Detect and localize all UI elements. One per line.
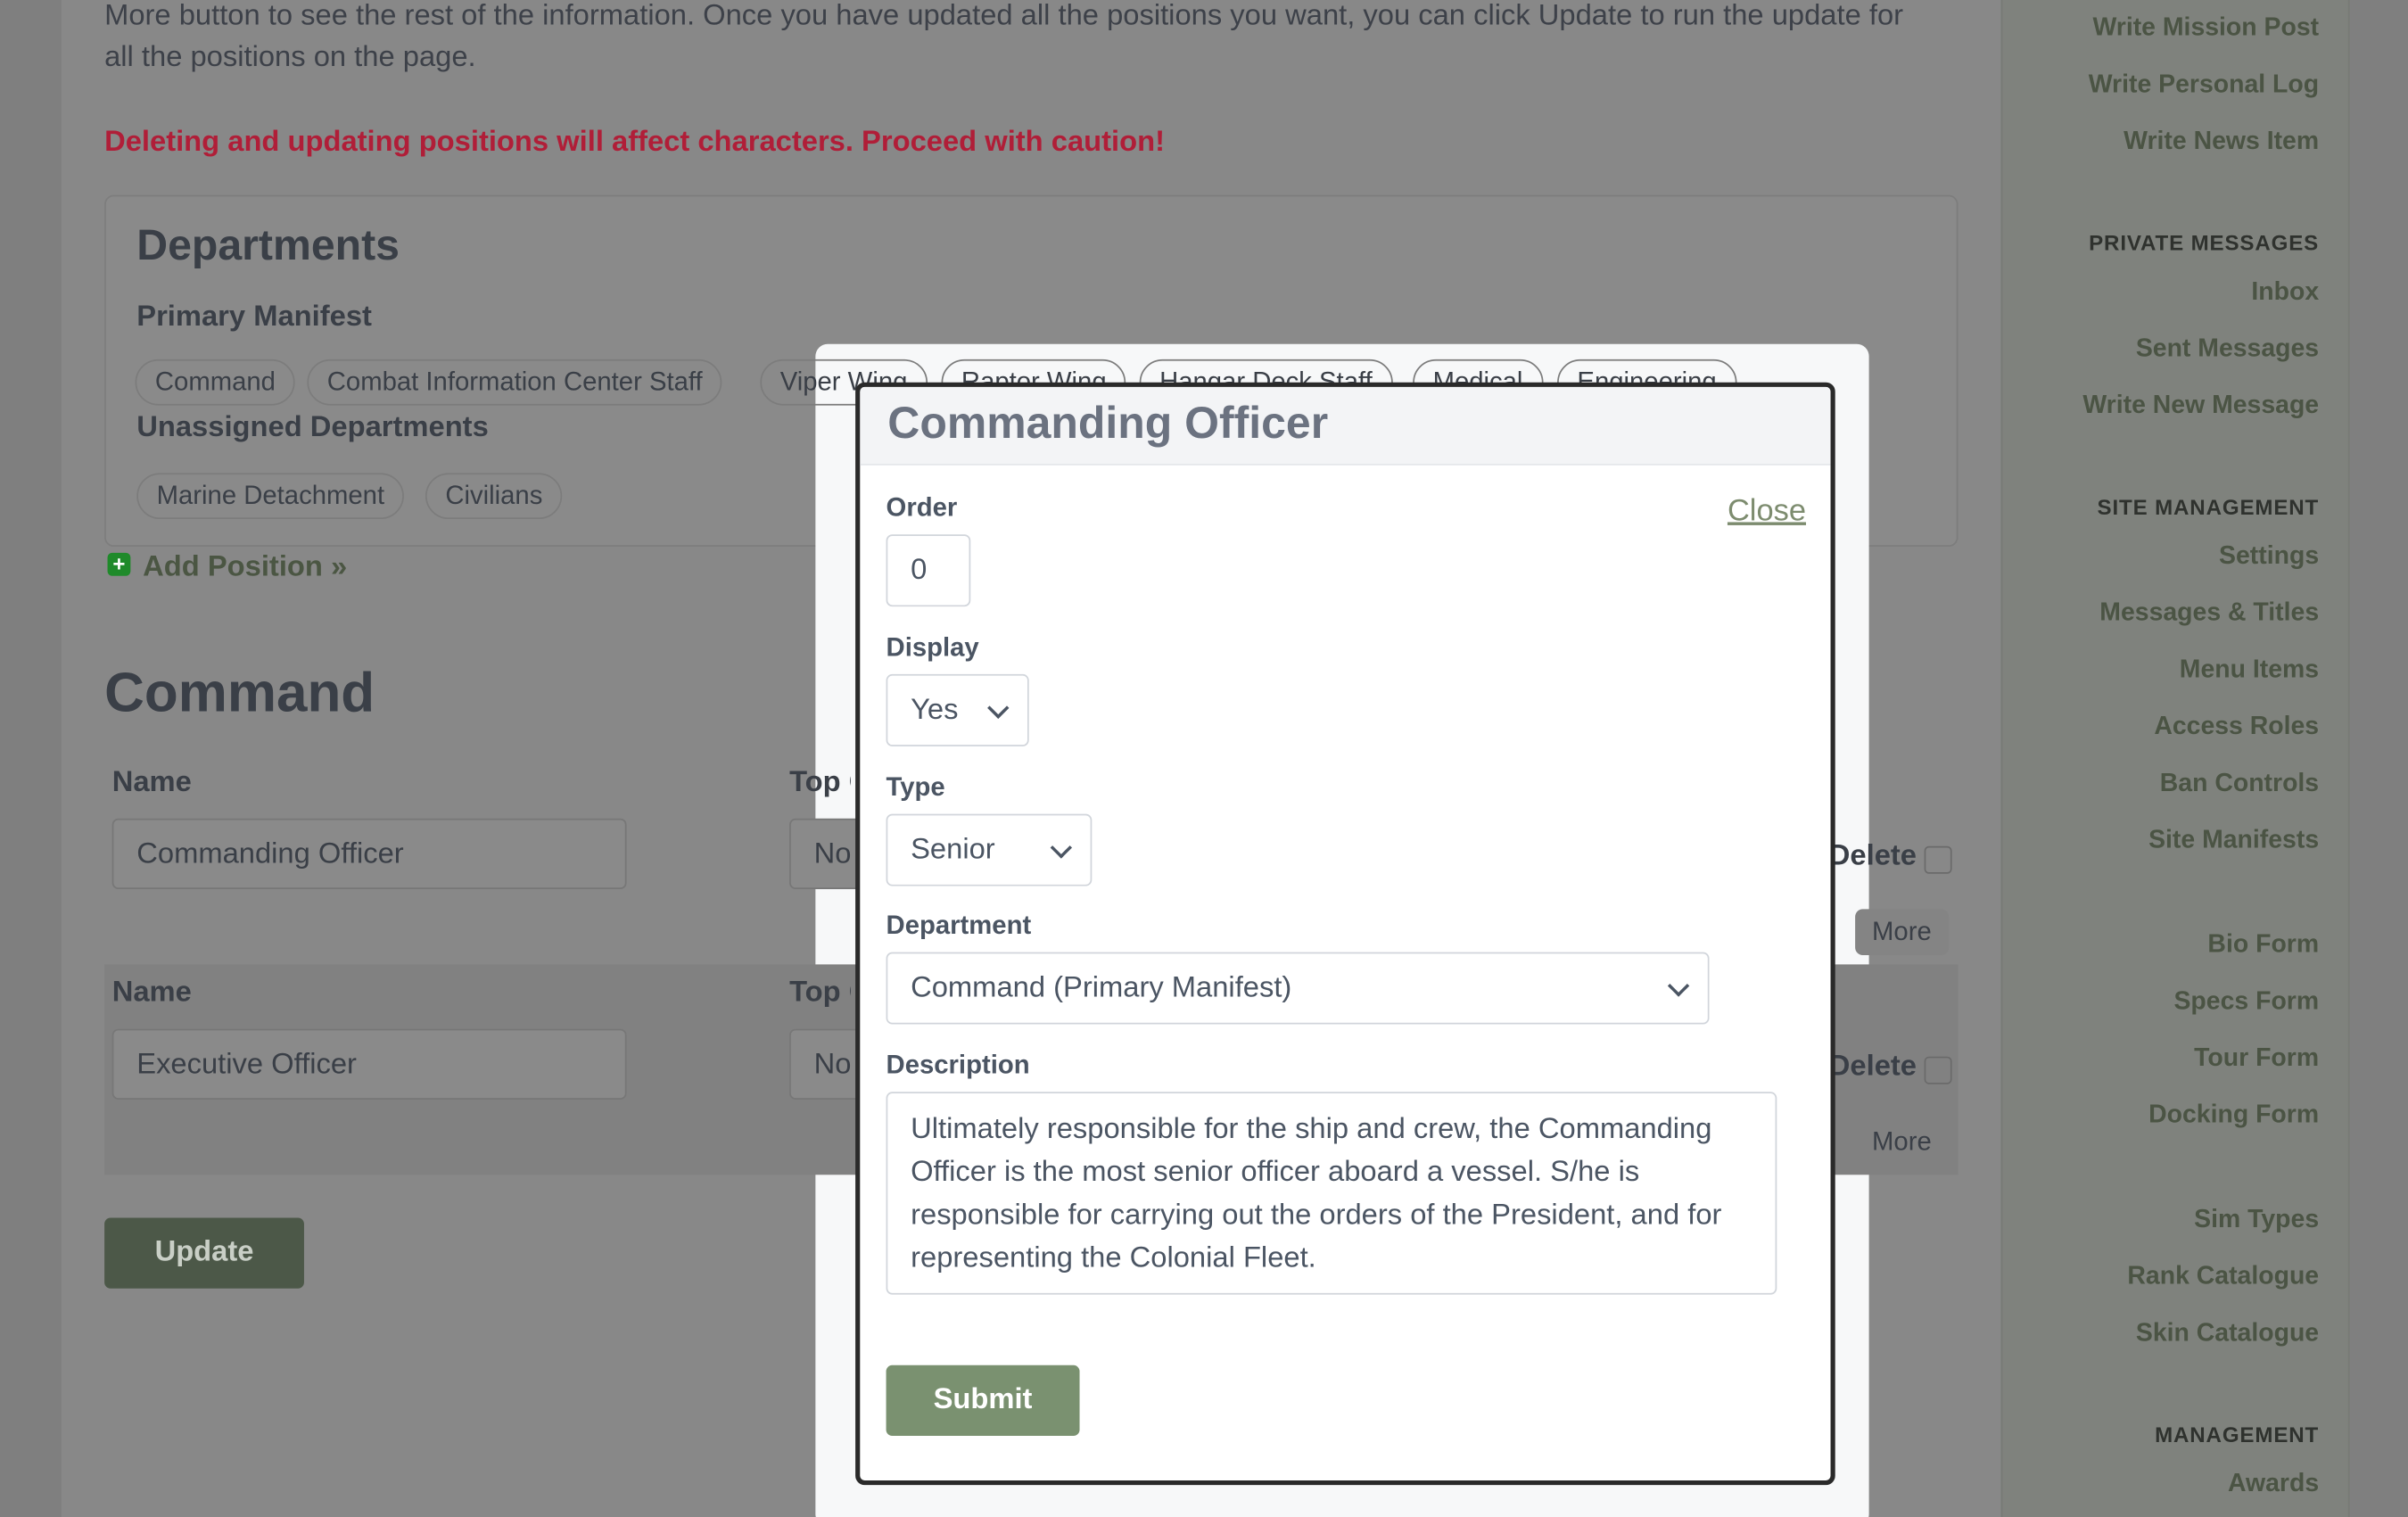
order-input[interactable]: 0 bbox=[886, 534, 971, 607]
unassigned-label: Unassigned Departments bbox=[136, 411, 489, 444]
more-button[interactable]: More bbox=[1855, 909, 1949, 956]
name-label: Name bbox=[111, 977, 192, 1010]
sidebar-section-heading: PRIVATE MESSAGES bbox=[2089, 230, 2320, 255]
sidebar-link[interactable]: Sent Messages bbox=[2136, 334, 2319, 364]
position-name-input[interactable]: Commanding Officer bbox=[111, 818, 627, 890]
order-label: Order bbox=[886, 492, 958, 523]
sidebar-link[interactable]: Write Personal Log bbox=[2089, 70, 2319, 100]
sidebar-link[interactable]: Menu Items bbox=[2180, 655, 2319, 685]
sidebar-link[interactable]: Write News Item bbox=[2123, 128, 2319, 157]
sidebar-link[interactable]: Docking Form bbox=[2148, 1101, 2319, 1131]
chevron-down-icon bbox=[1050, 837, 1073, 859]
top-open-label: Top Open bbox=[789, 766, 851, 799]
sidebar-link[interactable]: Write New Message bbox=[2082, 392, 2319, 421]
section-title: Command bbox=[104, 660, 375, 724]
sidebar-link[interactable]: Site Manifests bbox=[2148, 826, 2319, 855]
position-name-input[interactable]: Executive Officer bbox=[111, 1028, 627, 1100]
sidebar-link[interactable]: Tour Form bbox=[2194, 1044, 2319, 1074]
sidebar-link[interactable]: Ban Controls bbox=[2160, 770, 2319, 799]
sidebar-link[interactable]: Access Roles bbox=[2154, 713, 2319, 742]
primary-manifest-label: Primary Manifest bbox=[136, 301, 372, 334]
sidebar-link[interactable]: Bio Form bbox=[2207, 930, 2319, 960]
name-label: Name bbox=[111, 766, 192, 799]
sidebar-section-heading: MANAGEMENT bbox=[2155, 1422, 2320, 1447]
sidebar-link[interactable]: Rank Catalogue bbox=[2127, 1262, 2319, 1291]
display-label: Display bbox=[886, 632, 979, 663]
department-select[interactable]: Command (Primary Manifest) bbox=[886, 952, 1710, 1025]
dept-pill[interactable]: Civilians bbox=[425, 473, 563, 520]
sidebar-link[interactable]: Awards bbox=[2228, 1470, 2319, 1499]
chevron-down-icon bbox=[1667, 975, 1690, 997]
departments-title: Departments bbox=[136, 220, 400, 269]
sidebar-link[interactable]: Messages & Titles bbox=[2099, 599, 2319, 629]
sidebar-link[interactable]: Inbox bbox=[2251, 278, 2319, 308]
position-modal: Commanding Officer Close Order 0 Display… bbox=[855, 382, 1835, 1486]
sidebar-link[interactable]: Sim Types bbox=[2194, 1206, 2319, 1235]
display-value: Yes bbox=[911, 694, 959, 727]
add-position-label: Add Position » bbox=[143, 551, 348, 584]
sidebar-link[interactable]: Specs Form bbox=[2173, 987, 2319, 1017]
add-position-link[interactable]: + Add Position » bbox=[107, 551, 348, 585]
close-link[interactable]: Close bbox=[1728, 494, 1806, 530]
description-label: Description bbox=[886, 1050, 1030, 1080]
warning-text: Deleting and updating positions will aff… bbox=[104, 126, 1166, 159]
delete-checkbox[interactable] bbox=[1924, 845, 1952, 874]
type-label: Type bbox=[886, 772, 945, 802]
sidebar: Write Mission Post Write Personal Log Writ… bbox=[2000, 0, 2350, 1517]
chevron-down-icon bbox=[987, 697, 1010, 719]
department-label: Department bbox=[886, 911, 1032, 940]
more-button[interactable]: More bbox=[1855, 1119, 1949, 1166]
sidebar-section-heading: SITE MANAGEMENT bbox=[2097, 494, 2320, 520]
modal-header: Commanding Officer bbox=[860, 386, 1831, 466]
display-select[interactable]: Yes bbox=[886, 673, 1029, 746]
type-select[interactable]: Senior bbox=[886, 813, 1093, 886]
description-textarea[interactable]: Ultimately responsible for the ship and … bbox=[886, 1092, 1777, 1295]
top-open-label: Top Open bbox=[789, 977, 851, 1010]
plus-icon: + bbox=[107, 552, 131, 576]
modal-title: Commanding Officer bbox=[887, 399, 1329, 449]
sidebar-link[interactable]: Skin Catalogue bbox=[2136, 1319, 2319, 1348]
sidebar-link[interactable]: Write Mission Post bbox=[2092, 13, 2319, 43]
update-button[interactable]: Update bbox=[104, 1217, 304, 1289]
delete-checkbox[interactable] bbox=[1924, 1056, 1952, 1084]
sidebar-link[interactable]: Settings bbox=[2219, 542, 2319, 572]
intro-text: More button to see the rest of the infor… bbox=[104, 0, 1904, 74]
dept-pill[interactable]: Marine Detachment bbox=[136, 473, 405, 520]
submit-button[interactable]: Submit bbox=[886, 1364, 1080, 1437]
department-value: Command (Primary Manifest) bbox=[911, 971, 1292, 1005]
type-value: Senior bbox=[911, 834, 995, 867]
